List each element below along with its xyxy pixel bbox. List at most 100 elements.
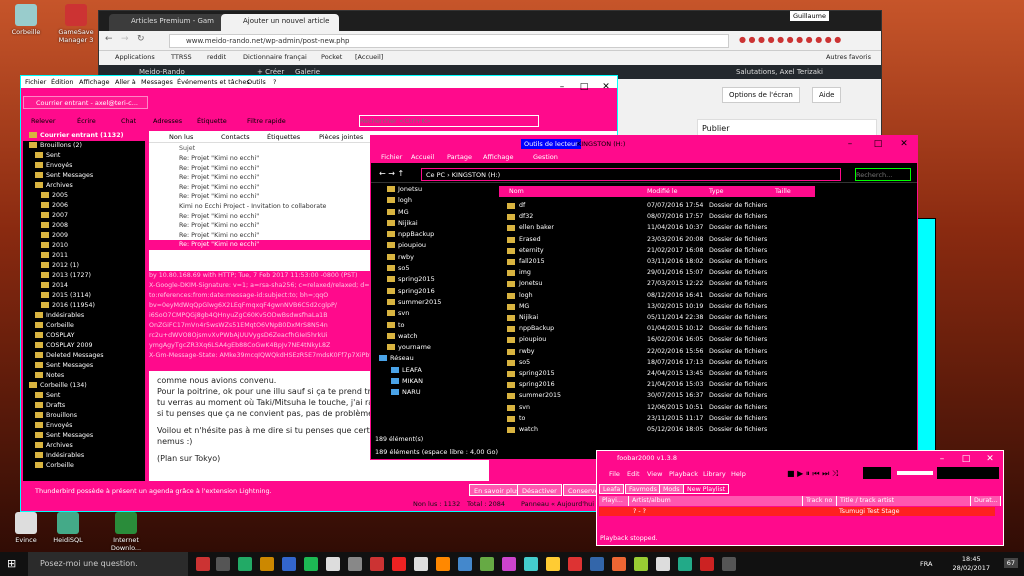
drive-tools-tab[interactable]: Outils de lecteur <box>521 139 581 149</box>
nav-item[interactable]: spring2015 <box>371 274 496 285</box>
app-icon-10[interactable] <box>458 557 472 571</box>
bookmark-pocket[interactable]: Pocket <box>321 53 342 61</box>
close-icon[interactable]: ✕ <box>979 452 1001 466</box>
bookmark-ttrss[interactable]: TTRSS <box>171 53 192 61</box>
url-bar[interactable]: www.meido-rando.net/wp-admin/post-new.ph… <box>169 34 729 48</box>
fb-tab-leafa[interactable]: Leafa <box>599 484 625 494</box>
fb-menu-view[interactable]: View <box>647 470 662 478</box>
nav-item[interactable]: nppBackup <box>371 229 496 240</box>
maximize-icon[interactable]: □ <box>573 80 595 94</box>
ecrire-button[interactable]: Écrire <box>77 117 96 125</box>
folder-item[interactable]: Archives <box>23 181 145 191</box>
menu-affichage[interactable]: Affichage <box>79 78 110 86</box>
desktop-icon-heidisql[interactable]: HeidiSQL <box>42 512 94 544</box>
screen-options-button[interactable]: Options de l'écran <box>722 87 800 103</box>
menu-messages[interactable]: Messages <box>141 78 173 86</box>
fb-tab-favmods[interactable]: Favmods <box>625 484 661 494</box>
fb-col-artist[interactable]: Artist/album <box>629 496 803 506</box>
nav-back-icon[interactable]: ← → ↑ <box>379 169 404 178</box>
file-row[interactable]: df 07/07/2016 17:54 Dossier de fichiers <box>499 200 899 211</box>
folder-item[interactable]: Sent Messages <box>23 431 145 441</box>
task-view-icon[interactable] <box>216 557 230 571</box>
bookmark-reddit[interactable]: reddit <box>207 53 226 61</box>
filtre-rapide-button[interactable]: Filtre rapide <box>247 117 286 125</box>
nav-item[interactable]: logh <box>371 195 496 206</box>
app-icon-20[interactable] <box>678 557 692 571</box>
folder-item[interactable]: 2016 (11954) <box>23 301 145 311</box>
app-icon-5[interactable] <box>348 557 362 571</box>
file-row[interactable]: summer2015 30/07/2015 16:37 Dossier de fic… <box>499 390 899 401</box>
folder-item[interactable]: 2009 <box>23 231 145 241</box>
desktop-icon-recycle[interactable]: Corbeille <box>0 4 52 36</box>
minimize-icon[interactable]: – <box>931 452 953 466</box>
language-indicator[interactable]: FRA <box>920 560 932 568</box>
chat-button[interactable]: Chat <box>121 117 136 125</box>
app-icon-14[interactable] <box>546 557 560 571</box>
folder-item[interactable]: Envoyés <box>23 421 145 431</box>
filter-pj[interactable]: Pièces jointes <box>319 133 363 141</box>
tab-courrier-entrant[interactable]: Courrier entrant - axel@teri-c... <box>23 96 148 109</box>
fb-menu-help[interactable]: Help <box>731 470 746 478</box>
app-icon-9[interactable] <box>436 557 450 571</box>
folder-item[interactable]: Brouillons <box>23 411 145 421</box>
col-type[interactable]: Type <box>709 188 723 195</box>
nav-item[interactable]: rwby <box>371 252 496 263</box>
nav-item[interactable]: Nijikai <box>371 218 496 229</box>
folder-item[interactable]: 2006 <box>23 201 145 211</box>
fb-menu-file[interactable]: File <box>609 470 620 478</box>
file-row[interactable]: logh 08/12/2016 16:41 Dossier de fichiers <box>499 290 899 301</box>
file-row[interactable]: Nijikai 05/11/2014 22:38 Dossier de fichie… <box>499 312 899 323</box>
folder-item[interactable]: 2013 (1727) <box>23 271 145 281</box>
ribbon-affichage[interactable]: Affichage <box>483 153 514 161</box>
minimize-icon[interactable]: – <box>551 80 573 94</box>
app-icon-16[interactable] <box>590 557 604 571</box>
wp-greeting[interactable]: Salutations, Axel Terizaki <box>736 68 823 76</box>
folder-item[interactable]: Corbeille (134) <box>23 381 145 391</box>
file-row[interactable]: Jonetsu 27/03/2015 12:22 Dossier de fichie… <box>499 278 899 289</box>
folder-item[interactable]: Courrier entrant (1132) <box>23 131 145 141</box>
today-pane-toggle[interactable]: Panneau « Aujourd'hui » <box>521 500 600 508</box>
file-row[interactable]: svn 12/06/2015 10:51 Dossier de fichiers <box>499 402 899 413</box>
folder-item[interactable]: Corbeille <box>23 461 145 471</box>
app-icon-3[interactable] <box>282 557 296 571</box>
menu-aller[interactable]: Aller à <box>115 78 136 86</box>
mic-icon[interactable] <box>196 557 210 571</box>
folder-item[interactable]: 2007 <box>23 211 145 221</box>
folder-item[interactable]: Brouillons (2) <box>23 141 145 151</box>
folder-item[interactable]: 2015 (3114) <box>23 291 145 301</box>
folder-item[interactable]: 2014 <box>23 281 145 291</box>
fb-col-trackno[interactable]: Track no <box>803 496 837 506</box>
nav-item[interactable]: spring2016 <box>371 286 496 297</box>
app-icon-22[interactable] <box>722 557 736 571</box>
file-row[interactable]: img 29/01/2016 15:07 Dossier de fichiers <box>499 267 899 278</box>
menu-evenements[interactable]: Événements et tâches <box>177 78 250 86</box>
app-icon-7[interactable] <box>392 557 406 571</box>
close-icon[interactable]: ✕ <box>893 137 915 151</box>
bookmark-applications[interactable]: Applications <box>115 53 155 61</box>
nav-item[interactable]: Réseau <box>371 353 496 364</box>
close-icon[interactable]: ✕ <box>595 80 617 94</box>
app-icon-19[interactable] <box>656 557 670 571</box>
app-icon-15[interactable] <box>568 557 582 571</box>
spotify-icon[interactable] <box>304 557 318 571</box>
folder-item[interactable]: Deleted Messages <box>23 351 145 361</box>
file-row[interactable]: watch 05/12/2016 18:05 Dossier de fichiers <box>499 424 899 435</box>
explorer-search-input[interactable] <box>855 168 911 181</box>
chrome-tab-articles[interactable]: Articles Premium - Gam <box>109 14 227 31</box>
reload-icon[interactable]: ↻ <box>137 34 145 44</box>
desactiver-button[interactable]: Désactiver <box>517 484 562 496</box>
fb-col-title[interactable]: Title / track artist <box>837 496 971 506</box>
seek-display[interactable] <box>937 467 999 479</box>
folder-item[interactable]: Corbeille <box>23 321 145 331</box>
app-icon-2[interactable] <box>260 557 274 571</box>
back-icon[interactable]: ← <box>105 34 113 44</box>
nav-item[interactable]: MIKAN <box>371 376 496 387</box>
folder-item[interactable]: 2011 <box>23 251 145 261</box>
extension-icons[interactable]: ● ● ● ● ● ● ● ● ● ● ● <box>739 35 841 44</box>
file-row[interactable]: MG 13/02/2015 10:19 Dossier de fichiers <box>499 301 899 312</box>
file-row[interactable]: rwby 22/02/2016 15:56 Dossier de fichiers <box>499 346 899 357</box>
nav-item[interactable]: MG <box>371 207 496 218</box>
adresses-button[interactable]: Adresses <box>153 117 182 125</box>
nav-item[interactable]: svn <box>371 308 496 319</box>
etiquette-button[interactable]: Étiquette <box>197 117 227 125</box>
